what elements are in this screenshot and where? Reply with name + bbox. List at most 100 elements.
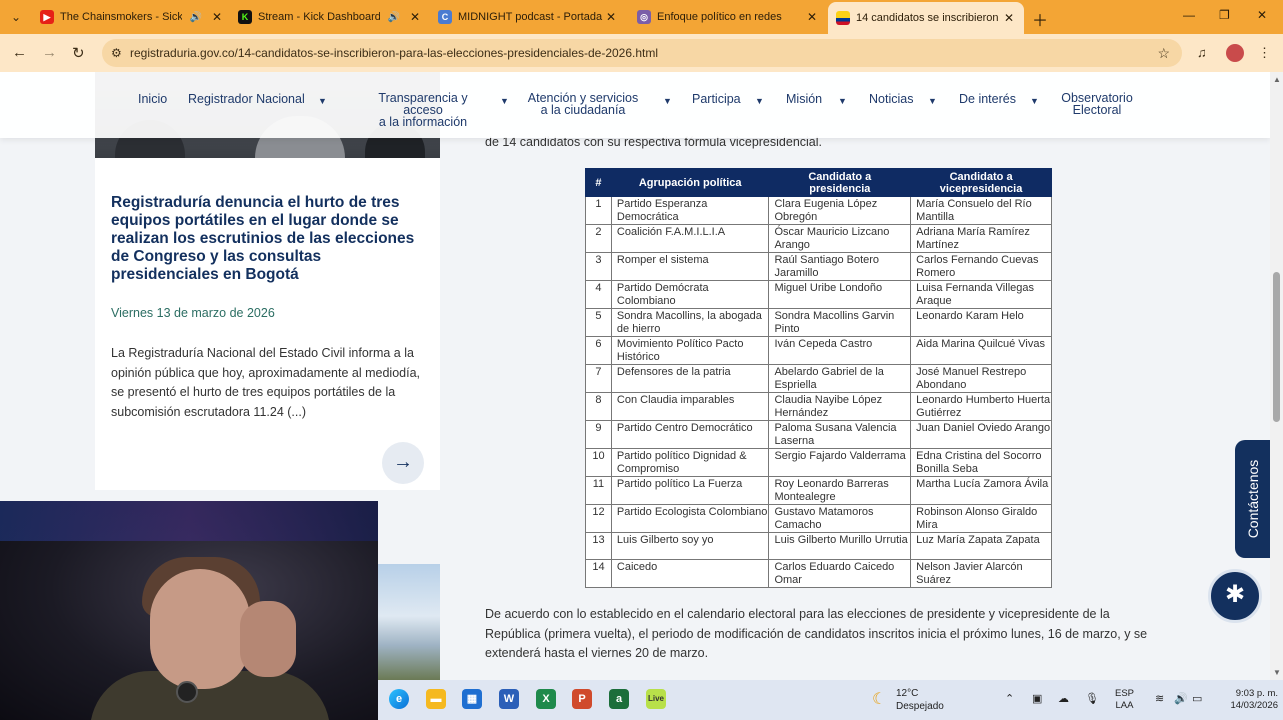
tray-cloud-icon[interactable]: ☁ bbox=[1058, 692, 1069, 705]
youtube-icon: ▶ bbox=[40, 10, 54, 24]
row-number: 4 bbox=[585, 280, 612, 309]
president-cell: Carlos Eduardo Caicedo Omar bbox=[768, 559, 912, 588]
edge-icon[interactable]: e bbox=[389, 689, 409, 709]
battery-icon[interactable]: ▭ bbox=[1192, 692, 1202, 705]
tray-mic-icon[interactable]: 🎙 bbox=[1085, 692, 1099, 705]
chevron-down-icon[interactable]: ▼ bbox=[928, 96, 937, 106]
nav-observatorio[interactable]: Observatorio Electoral bbox=[1058, 92, 1136, 117]
vicepresident-cell: María Consuelo del Río Mantilla bbox=[910, 196, 1052, 225]
vicepresident-cell: Adriana María Ramírez Martínez bbox=[910, 224, 1052, 253]
url-bar[interactable]: ⚙ registraduria.gov.co/14-candidatos-se-… bbox=[102, 39, 1182, 67]
next-card-image bbox=[377, 564, 440, 680]
scroll-down-arrow-icon[interactable]: ▼ bbox=[1273, 668, 1281, 677]
tab-kick-dashboard[interactable]: K Stream - Kick Dashboard 🔊 ✕ bbox=[238, 5, 422, 29]
nav-registrador[interactable]: Registrador Nacional bbox=[188, 93, 305, 106]
close-tab-icon[interactable]: ✕ bbox=[210, 10, 224, 24]
chevron-down-icon[interactable]: ▼ bbox=[755, 96, 764, 106]
row-number: 8 bbox=[585, 392, 612, 421]
candidates-table: # Agrupación política Candidato a presid… bbox=[585, 168, 1052, 588]
party-cell: Defensores de la patria bbox=[610, 364, 770, 393]
bookmark-star-icon[interactable]: ☆ bbox=[1157, 39, 1170, 67]
row-number: 10 bbox=[585, 448, 612, 477]
party-cell: Partido Centro Democrático bbox=[610, 420, 770, 449]
chevron-down-icon[interactable]: ▼ bbox=[663, 96, 672, 106]
audio-icon[interactable]: 🔊 bbox=[388, 12, 400, 23]
nav-noticias[interactable]: Noticias bbox=[869, 93, 913, 106]
clock-date: 14/03/2026 bbox=[1230, 700, 1278, 711]
back-button[interactable]: ← bbox=[12, 44, 27, 61]
header-party: Agrupación política bbox=[610, 168, 770, 197]
chevron-down-icon[interactable]: ▼ bbox=[318, 96, 327, 106]
file-explorer-icon[interactable]: ▬ bbox=[426, 689, 446, 709]
nav-atencion[interactable]: Atención y servicios a la ciudadanía bbox=[524, 92, 642, 117]
show-hidden-icons-chevron-icon[interactable]: ⌃ bbox=[1005, 692, 1014, 705]
store-icon[interactable]: ▦ bbox=[462, 689, 482, 709]
tab-enfoque-politico[interactable]: ◎ Enfoque político en redes ✕ bbox=[637, 5, 819, 29]
close-tab-icon[interactable]: ✕ bbox=[408, 10, 422, 24]
volume-icon[interactable]: 🔊 bbox=[1174, 692, 1188, 705]
accessibility-icon[interactable]: ✱ bbox=[1208, 569, 1262, 623]
minimize-button[interactable]: — bbox=[1183, 8, 1195, 22]
profile-avatar[interactable] bbox=[1226, 44, 1244, 62]
audio-icon[interactable]: 🔊 bbox=[190, 12, 202, 23]
wifi-icon[interactable]: ≋ bbox=[1155, 692, 1164, 705]
row-number: 1 bbox=[585, 196, 612, 225]
forward-button[interactable]: → bbox=[42, 44, 57, 61]
close-tab-icon[interactable]: ✕ bbox=[805, 10, 819, 24]
table-row: 14 Caicedo Carlos Eduardo Caicedo Omar Nels… bbox=[585, 559, 1052, 588]
row-number: 9 bbox=[585, 420, 612, 449]
nav-label-line2: Electoral bbox=[1072, 103, 1122, 117]
vicepresident-cell: José Manuel Restrepo Abondano bbox=[910, 364, 1052, 393]
restore-button[interactable]: ❐ bbox=[1219, 8, 1230, 22]
excel-icon[interactable]: X bbox=[536, 689, 556, 709]
close-tab-icon[interactable]: ✕ bbox=[1002, 11, 1016, 25]
nav-de-interes[interactable]: De interés bbox=[959, 93, 1016, 106]
media-controls-icon[interactable]: ♫ bbox=[1197, 45, 1207, 60]
system-clock[interactable]: 9:03 p. m. 14/03/2026 bbox=[1210, 688, 1278, 712]
line-icon[interactable]: Live bbox=[646, 689, 666, 709]
chevron-down-icon[interactable]: ▼ bbox=[838, 96, 847, 106]
reload-button[interactable]: ↻ bbox=[72, 44, 85, 62]
tab-search-button[interactable]: ⌄ bbox=[6, 8, 26, 26]
close-window-button[interactable]: ✕ bbox=[1257, 8, 1267, 22]
new-tab-button[interactable]: ＋ bbox=[1032, 7, 1048, 31]
chevron-down-icon[interactable]: ▼ bbox=[1030, 96, 1039, 106]
site-info-icon[interactable]: ⚙ bbox=[111, 39, 122, 67]
app-a-icon[interactable]: a bbox=[609, 689, 629, 709]
table-row: 12 Partido Ecologista Colombiano Gustavo M… bbox=[585, 504, 1052, 533]
nav-inicio[interactable]: Inicio bbox=[138, 93, 167, 106]
word-icon[interactable]: W bbox=[499, 689, 519, 709]
row-number: 11 bbox=[585, 476, 612, 505]
vicepresident-cell: Luisa Fernanda Villegas Araque bbox=[910, 280, 1052, 309]
tab-chainsmokers[interactable]: ▶ The Chainsmokers - Sick Bo 🔊 ✕ bbox=[40, 5, 224, 29]
president-cell: Abelardo Gabriel de la Espriella bbox=[768, 364, 912, 393]
president-cell: Luis Gilberto Murillo Urrutia bbox=[768, 532, 912, 560]
tab-midnight-podcast[interactable]: C MIDNIGHT podcast - Portada p ✕ bbox=[438, 5, 618, 29]
nav-mision[interactable]: Misión bbox=[786, 93, 822, 106]
language-indicator[interactable]: ESP LAA bbox=[1115, 688, 1134, 712]
president-cell: Iván Cepeda Castro bbox=[768, 336, 912, 365]
browser-menu-icon[interactable]: ⋮ bbox=[1258, 45, 1271, 61]
colombia-flag-icon bbox=[836, 11, 850, 25]
chevron-down-icon[interactable]: ▼ bbox=[500, 96, 509, 106]
scrollbar-thumb[interactable] bbox=[1273, 272, 1280, 422]
tab-14-candidatos[interactable]: 14 candidatos se inscribieron p ✕ bbox=[828, 2, 1024, 34]
contact-tab-button[interactable]: Contáctenos bbox=[1235, 440, 1270, 558]
page-scrollbar[interactable]: ▲ ▼ bbox=[1270, 72, 1283, 680]
tray-app-icon[interactable]: ▣ bbox=[1032, 692, 1042, 705]
president-cell: Óscar Mauricio Lizcano Arango bbox=[768, 224, 912, 253]
weather-temp: 12°C bbox=[896, 688, 919, 699]
nav-participa[interactable]: Participa bbox=[692, 93, 741, 106]
nav-transparencia[interactable]: Transparencia y acceso a la información bbox=[358, 92, 488, 129]
close-tab-icon[interactable]: ✕ bbox=[604, 10, 618, 24]
weather-widget[interactable]: 12°C Despejado bbox=[896, 687, 944, 713]
powerpoint-icon[interactable]: P bbox=[572, 689, 592, 709]
president-cell: Sergio Fajardo Valderrama bbox=[768, 448, 912, 477]
news-card-title[interactable]: Registraduría denuncia el hurto de tres … bbox=[111, 194, 423, 284]
row-number: 2 bbox=[585, 224, 612, 253]
scroll-up-arrow-icon[interactable]: ▲ bbox=[1273, 75, 1281, 84]
read-more-arrow-icon[interactable]: → bbox=[382, 442, 424, 484]
tab-title: Stream - Kick Dashboard bbox=[258, 11, 380, 23]
row-number: 14 bbox=[585, 559, 612, 588]
tab-title: 14 candidatos se inscribieron p bbox=[856, 12, 1002, 24]
